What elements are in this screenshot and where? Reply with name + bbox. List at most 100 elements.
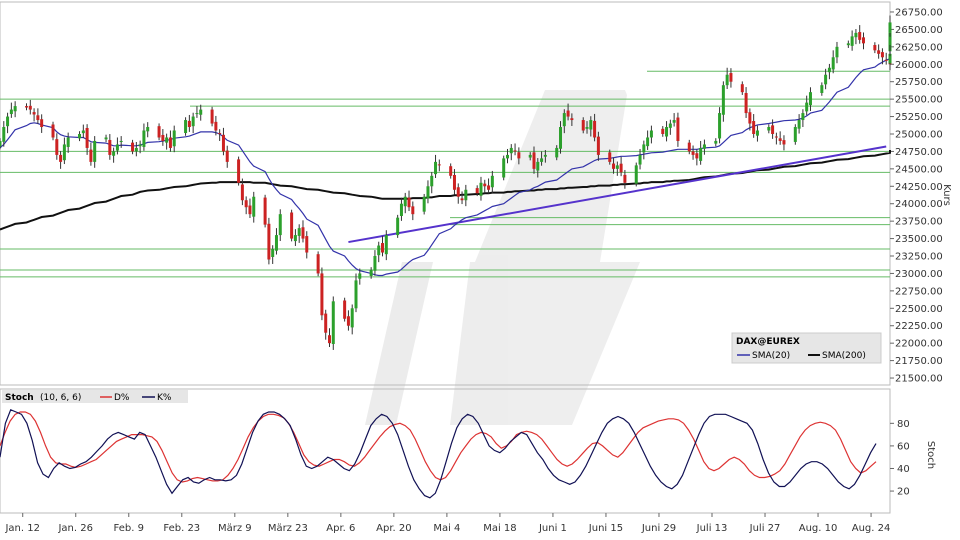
candle-body xyxy=(407,197,411,208)
x-tick-label: Juni 1 xyxy=(538,523,567,534)
candle-body xyxy=(755,130,759,136)
candle-body xyxy=(532,152,536,169)
candle-body xyxy=(801,113,805,121)
candle-body xyxy=(562,113,566,127)
x-tick-label: Aug. 24 xyxy=(852,523,891,534)
candle-body xyxy=(540,158,544,162)
candle-body xyxy=(430,175,434,187)
candle-body xyxy=(85,127,89,148)
candle-body xyxy=(346,316,350,326)
candle-body xyxy=(267,223,271,260)
price-ylabel: Kurs xyxy=(941,184,952,206)
candle-body xyxy=(676,117,680,141)
candle-body xyxy=(858,32,862,40)
price-ytick-label: 25750.00 xyxy=(895,77,943,88)
stoch-k-label: K% xyxy=(157,393,172,403)
candle-body xyxy=(104,137,108,140)
candle-body xyxy=(9,109,13,115)
candle-body xyxy=(263,197,267,225)
legend-sma20-label: SMA(20) xyxy=(752,351,790,361)
candle-body xyxy=(237,159,241,183)
candle-body xyxy=(880,52,884,58)
candle-body xyxy=(403,196,407,207)
x-tick-label: Mai 4 xyxy=(433,523,460,534)
candle-body xyxy=(861,37,865,44)
candle-body xyxy=(668,123,672,128)
chart-root: 21500.00 21750.00 22000.00 22250.00 22500.00… xyxy=(0,0,960,540)
x-tick-label: Feb. 23 xyxy=(163,523,200,534)
candle-body xyxy=(55,139,59,155)
candle-body xyxy=(6,116,10,127)
price-ytick-label: 23000.00 xyxy=(895,269,943,280)
candle-body xyxy=(661,128,665,134)
candle-body xyxy=(505,154,509,159)
x-tick-label: Aug. 10 xyxy=(799,523,838,534)
stoch-ytick-label: 20 xyxy=(897,487,910,498)
price-ytick-label: 23250.00 xyxy=(895,252,943,263)
candle-body xyxy=(437,164,441,166)
candle-body xyxy=(877,50,881,54)
candle-body xyxy=(566,110,570,117)
candle-body xyxy=(718,113,722,139)
candle-body xyxy=(744,92,748,114)
candle-body xyxy=(646,137,650,147)
candle-body xyxy=(517,152,521,159)
candle-body xyxy=(343,300,347,319)
candle-body xyxy=(134,147,138,152)
candle-body xyxy=(373,256,377,271)
candle-body xyxy=(782,140,786,145)
candle-body xyxy=(240,184,244,201)
candle-body xyxy=(244,200,248,208)
x-tick-label: Juli 13 xyxy=(696,523,728,534)
candle-body xyxy=(59,154,63,162)
candle-body xyxy=(434,161,438,175)
candle-body xyxy=(221,134,225,152)
price-ytick-label: 23750.00 xyxy=(895,217,943,228)
candle-body xyxy=(350,308,354,328)
price-ytick-label: 26250.00 xyxy=(895,42,943,53)
candle-body xyxy=(108,139,112,155)
candle-body xyxy=(354,280,358,309)
candle-body xyxy=(593,120,597,138)
candle-body xyxy=(131,142,135,152)
candle-body xyxy=(81,130,85,134)
candle-body xyxy=(358,273,362,279)
candle-body xyxy=(225,150,229,162)
candle-body xyxy=(827,67,831,73)
candle-body xyxy=(248,205,252,215)
candle-body xyxy=(570,118,574,121)
stoch-ytick-label: 40 xyxy=(897,464,910,475)
candle-body xyxy=(774,136,778,138)
candle-body xyxy=(831,57,835,70)
price-ytick-label: 26000.00 xyxy=(895,60,943,71)
x-tick-label: Apr. 20 xyxy=(376,523,411,534)
candle-body xyxy=(771,125,775,134)
candle-body xyxy=(854,32,858,38)
candle-body xyxy=(612,163,616,169)
stoch-k-line xyxy=(0,409,877,499)
candle-body xyxy=(142,130,146,147)
candle-body xyxy=(168,137,172,148)
candle-body xyxy=(66,137,70,147)
price-ytick-label: 25000.00 xyxy=(895,129,943,140)
candle-body xyxy=(93,140,97,162)
x-tick-label: März 9 xyxy=(218,523,252,534)
candle-body xyxy=(805,102,809,112)
candle-body xyxy=(119,140,123,142)
candle-body xyxy=(422,196,426,212)
candle-body xyxy=(824,74,828,85)
legend-title: DAX@EUREX xyxy=(736,337,800,347)
candle-body xyxy=(78,133,82,139)
candle-body xyxy=(32,112,36,115)
candle-body xyxy=(301,227,305,239)
candle-body xyxy=(778,138,782,141)
candle-body xyxy=(464,189,468,201)
x-tick-label: Jan. 26 xyxy=(57,523,93,534)
candle-body xyxy=(608,152,612,162)
price-ytick-label: 21750.00 xyxy=(895,356,943,367)
candle-body xyxy=(846,43,850,46)
price-ytick-label: 25250.00 xyxy=(895,112,943,123)
candle-body xyxy=(585,127,589,129)
candle-body xyxy=(767,127,771,131)
candle-body xyxy=(581,120,585,131)
